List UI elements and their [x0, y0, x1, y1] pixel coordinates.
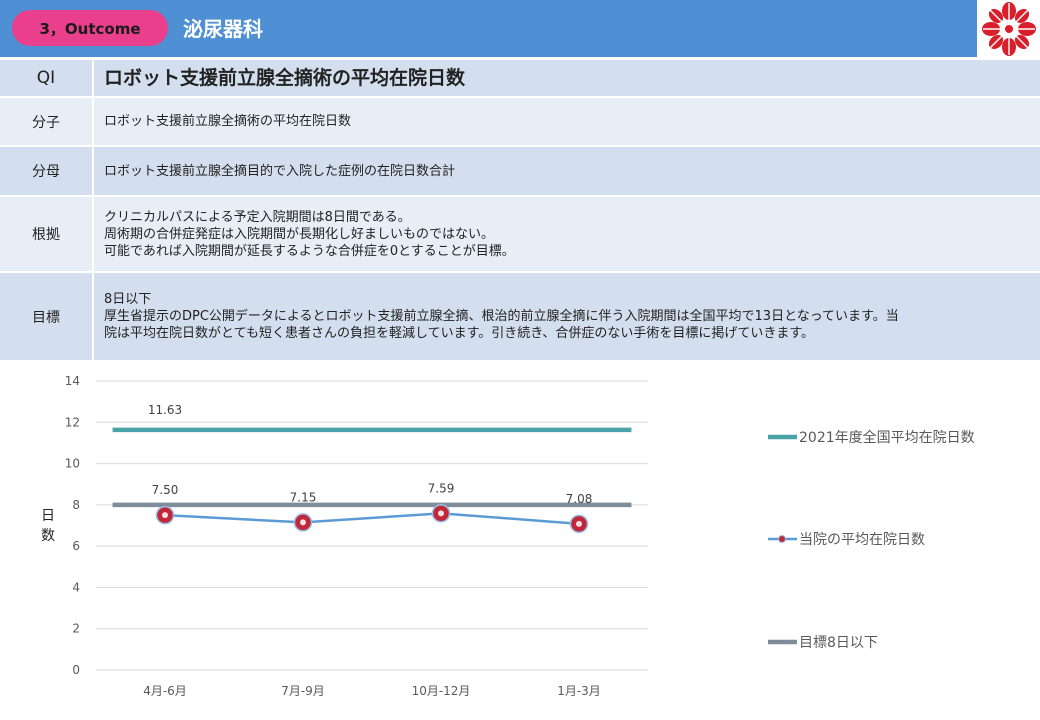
data-label: 7.15 — [290, 490, 317, 504]
numerator-label: 分子 — [0, 98, 94, 145]
y-axis-label: 数 — [41, 528, 55, 544]
rationale-row: 根拠 クリニカルパスによる予定入院期間は8日間である。 周術期の合併症発症は入院… — [0, 197, 1040, 273]
series-line — [164, 512, 580, 526]
y-tick-label: 0 — [72, 663, 80, 677]
data-point-center — [162, 512, 168, 519]
y-tick-label: 12 — [65, 415, 80, 429]
data-point-center — [300, 519, 306, 526]
length-of-stay-chart: 0 2 4 6 8 10 12 14 4月-6月 7月-9月 10月-12月 1月-3月 日数 11.63… — [41, 374, 975, 698]
numerator-row: 分子 ロボット支援前立腺全摘術の平均在院日数 — [0, 98, 1040, 147]
data-label: 7.50 — [152, 483, 179, 497]
hospital-logo-icon — [982, 2, 1036, 56]
target-line-3: 院は平均在院日数がとても短く患者さんの負担を軽減しています。引き続き、合併症のな… — [104, 326, 815, 341]
target-line-1: 8日以下 — [104, 292, 152, 307]
outcome-badge: 3，Outcome — [12, 10, 168, 46]
qi-row: QI ロボット支援前立腺全摘術の平均在院日数 — [0, 60, 1040, 98]
legend-label: 当院の平均在院日数 — [799, 532, 925, 548]
rationale-line-3: 可能であれば入院期間が延長するような合併症を0とすることが目標。 — [104, 243, 515, 259]
legend-marker — [778, 535, 786, 543]
rationale-line-1: クリニカルパスによる予定入院期間は8日間である。 — [104, 209, 411, 225]
x-tick-label: 10月-12月 — [412, 684, 471, 698]
denominator-row: 分母 ロボット支援前立腺全摘目的で入院した症例の在院日数合計 — [0, 147, 1040, 197]
y-tick-label: 14 — [65, 374, 80, 388]
x-tick-label: 4月-6月 — [143, 684, 187, 698]
legend-label: 目標8日以下 — [799, 635, 878, 651]
qi-title: ロボット支援前立腺全摘術の平均在院日数 — [104, 66, 466, 89]
denominator-label: 分母 — [0, 147, 94, 195]
denominator-text: ロボット支援前立腺全摘目的で入院した症例の在院日数合計 — [104, 163, 456, 179]
legend-label: 2021年度全国平均在院日数 — [799, 429, 975, 446]
data-point-center — [438, 510, 444, 517]
qi-label: QI — [0, 60, 94, 96]
header-bar: 3，Outcome 泌尿器科 — [0, 0, 977, 57]
data-label: 7.59 — [428, 481, 455, 495]
x-tick-label: 7月-9月 — [281, 684, 325, 698]
y-tick-label: 8 — [72, 498, 80, 512]
target-row: 目標 8日以下 厚生省提示のDPC公開データによるとロボット支援前立腺全摘、根治… — [0, 273, 1040, 360]
y-tick-label: 10 — [65, 457, 80, 471]
y-tick-label: 6 — [72, 539, 80, 553]
data-point-center — [576, 520, 582, 527]
y-tick-label: 2 — [72, 622, 80, 636]
data-label: 11.63 — [148, 403, 182, 417]
y-tick-label: 4 — [72, 580, 80, 594]
rationale-line-2: 周術期の合併症発症は入院期間が長期化し好ましいものではない。 — [104, 226, 495, 242]
department-title: 泌尿器科 — [183, 17, 263, 41]
data-label: 7.08 — [566, 492, 593, 506]
numerator-text: ロボット支援前立腺全摘術の平均在院日数 — [104, 114, 352, 129]
x-tick-label: 1月-3月 — [557, 684, 601, 698]
y-axis-label: 日 — [41, 508, 55, 524]
target-line-2: 厚生省提示のDPC公開データによるとロボット支援前立腺全摘、根治的前立腺全摘に伴… — [104, 309, 899, 324]
rationale-label: 根拠 — [0, 197, 94, 271]
target-label: 目標 — [0, 273, 94, 360]
